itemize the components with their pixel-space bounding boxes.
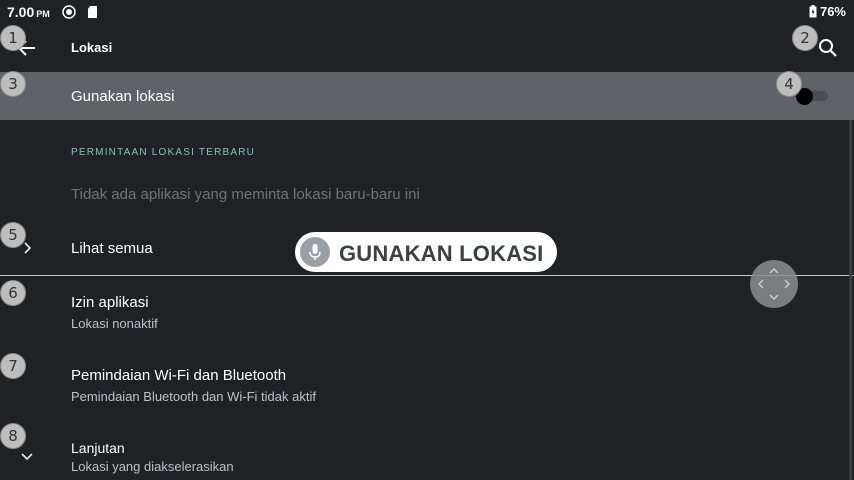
advanced-subtitle: Lokasi yang diakselerasikan [71, 459, 234, 474]
status-bar: 7.00 PM 76% [0, 0, 854, 24]
app-permission-row[interactable]: Izin aplikasi Lokasi nonaktif [0, 276, 854, 340]
notification-icon [62, 5, 76, 19]
annotation-badge: 8 [0, 423, 26, 449]
dpad-arrows-icon [757, 267, 791, 301]
battery-icon [809, 5, 817, 18]
wifi-bluetooth-scanning-subtitle: Pemindaian Bluetooth dan Wi-Fi tidak akt… [71, 389, 316, 404]
wifi-bluetooth-scanning-row[interactable]: Pemindaian Wi-Fi dan Bluetooth Pemindaia… [0, 348, 854, 412]
advanced-title: Lanjutan [71, 440, 125, 456]
scrollbar[interactable] [849, 120, 852, 480]
annotation-badge: 7 [0, 353, 26, 379]
annotation-badge: 1 [0, 25, 26, 51]
chevron-down-icon [21, 453, 33, 461]
annotation-badge: 3 [0, 71, 26, 97]
voice-command-pill: GUNAKAN LOKASI [295, 232, 557, 272]
recent-requests-empty: Tidak ada aplikasi yang meminta lokasi b… [71, 186, 420, 203]
sd-card-icon [88, 6, 97, 18]
app-permission-subtitle: Lokasi nonaktif [71, 316, 158, 331]
use-location-row[interactable]: Gunakan lokasi [0, 72, 854, 120]
toolbar: Lokasi [0, 24, 854, 72]
use-location-label: Gunakan lokasi [71, 88, 175, 105]
annotation-badge: 2 [792, 25, 818, 51]
status-time-ampm: PM [36, 9, 50, 19]
advanced-row[interactable]: Lanjutan Lokasi yang diakselerasikan [0, 420, 854, 480]
app-permission-title: Izin aplikasi [71, 294, 149, 311]
voice-command-text: GUNAKAN LOKASI [339, 241, 544, 266]
mic-button [300, 237, 330, 267]
page-title: Lokasi [71, 40, 113, 55]
status-time: 7.00 PM [7, 4, 50, 20]
battery-indicator: 76% [809, 4, 846, 19]
annotation-badge: 4 [776, 71, 802, 97]
annotation-badge: 6 [0, 280, 26, 306]
search-icon[interactable] [816, 36, 840, 60]
recent-requests-header: PERMINTAAN LOKASI TERBARU [71, 147, 256, 158]
status-time-value: 7.00 [7, 4, 35, 20]
use-location-switch[interactable] [796, 88, 828, 105]
see-all-label: Lihat semua [71, 240, 153, 257]
dpad-control[interactable] [750, 260, 798, 308]
battery-percent: 76% [819, 4, 846, 19]
wifi-bluetooth-scanning-title: Pemindaian Wi-Fi dan Bluetooth [71, 367, 287, 384]
annotation-badge: 5 [0, 222, 26, 248]
mic-icon [309, 244, 321, 260]
